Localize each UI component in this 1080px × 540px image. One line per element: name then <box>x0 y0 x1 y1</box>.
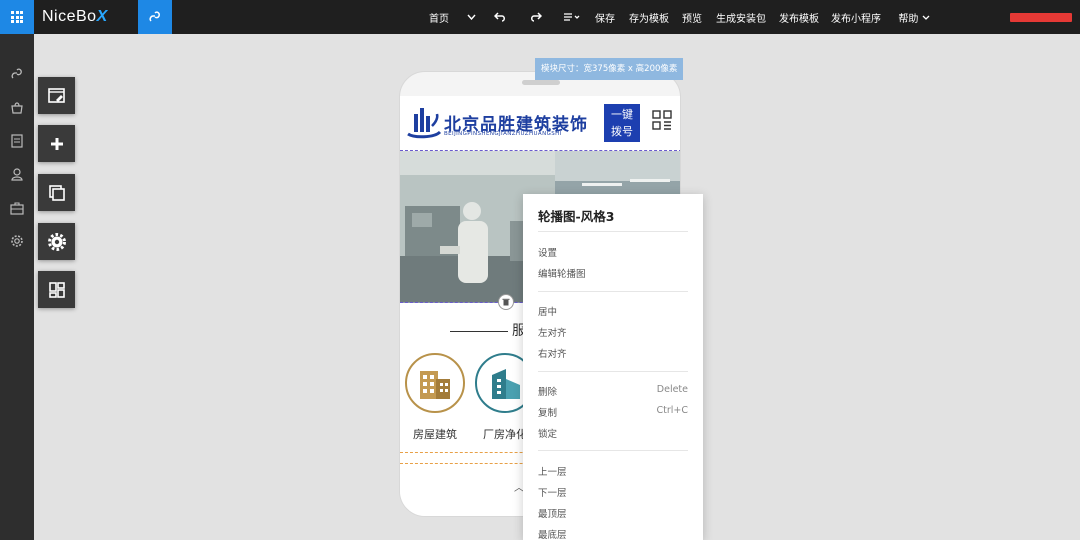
briefcase-icon[interactable] <box>9 200 25 216</box>
menu-item-send-to-back[interactable]: 最底层 <box>538 527 688 540</box>
apps-grid-icon <box>11 11 23 23</box>
context-menu: 轮播图-风格3 设置 编辑轮播图 居中 左对齐 右对齐 删除 Delete 复制 C… <box>523 194 703 540</box>
settings-gear-icon[interactable] <box>9 233 25 249</box>
menu-item-edit-carousel[interactable]: 编辑轮播图 <box>538 266 688 280</box>
edit-window-icon <box>47 87 65 103</box>
page-dropdown-button[interactable] <box>460 0 482 34</box>
brand-name-en: BEIJINGPINSHENGJIANZHUZHUANGSHI <box>444 131 562 137</box>
context-menu-title: 轮播图-风格3 <box>538 209 615 224</box>
menu-divider <box>538 371 688 372</box>
menu-item-settings[interactable]: 设置 <box>538 245 688 259</box>
publish-miniprogram-button[interactable]: 发布小程序 <box>822 0 890 34</box>
brand-logo: 北京品胜建筑装饰 BEIJINGPINSHENGJIANZHUZHUANGSHI <box>404 104 604 142</box>
gear-icon <box>47 232 66 251</box>
shopping-bag-icon[interactable] <box>9 99 25 115</box>
add-module-button[interactable] <box>38 125 75 162</box>
link-icon <box>149 11 160 22</box>
site-header[interactable]: 北京品胜建筑装饰 BEIJINGPINSHENGJIANZHUZHUANGSHI… <box>400 96 680 149</box>
align-dropdown-button[interactable] <box>554 0 590 34</box>
chevron-down-icon <box>466 14 476 20</box>
save-as-template-button[interactable]: 存为模板 <box>620 0 678 34</box>
document-icon[interactable] <box>9 133 25 149</box>
menu-item-align-right[interactable]: 右对齐 <box>538 346 688 360</box>
link-icon[interactable] <box>9 66 25 82</box>
menu-item-lock[interactable]: 锁定 <box>538 426 688 440</box>
menu-item-send-backward[interactable]: 下一层 <box>538 485 688 499</box>
menu-item-center[interactable]: 居中 <box>538 304 688 318</box>
undo-icon <box>494 12 505 22</box>
plus-icon <box>50 137 63 150</box>
edit-page-tool-button[interactable] <box>38 77 75 114</box>
nav-home[interactable]: 首页 <box>418 0 460 34</box>
menu-divider <box>538 231 688 232</box>
menu-item-copy[interactable]: 复制 Ctrl+C <box>538 405 688 419</box>
link-mode-button[interactable] <box>138 0 172 34</box>
chevron-down-icon <box>922 15 930 20</box>
align-icon <box>564 13 580 21</box>
building-logo-icon <box>407 108 442 139</box>
top-nav: 首页 保存 存为模板 预览 生成安装包 发布模板 发布小程序 帮助 <box>418 0 938 34</box>
menu-item-delete[interactable]: 删除 Delete <box>538 384 688 398</box>
undo-button[interactable] <box>482 0 518 34</box>
apps-menu-button[interactable] <box>0 0 34 34</box>
menu-divider <box>538 450 688 451</box>
service-label: 厂房净化 <box>483 428 527 441</box>
qr-code-icon[interactable] <box>652 110 672 130</box>
service-label: 房屋建筑 <box>413 428 457 441</box>
page-settings-button[interactable] <box>38 223 75 260</box>
publish-template-button[interactable]: 发布模板 <box>776 0 822 34</box>
help-menu[interactable]: 帮助 <box>890 0 938 34</box>
user-icon[interactable] <box>9 166 25 182</box>
build-package-button[interactable]: 生成安装包 <box>706 0 776 34</box>
menu-item-bring-to-front[interactable]: 最顶层 <box>538 506 688 520</box>
delete-handle-icon[interactable] <box>498 294 514 310</box>
section-title: 服 <box>450 320 526 340</box>
top-toolbar: NiceBoX 首页 保存 存为模板 预览 生成安装包 发布模板 发布小程序 帮… <box>0 0 1080 34</box>
one-click-call-button[interactable]: 一键 拨号 <box>604 104 640 142</box>
save-button[interactable]: 保存 <box>590 0 620 34</box>
house-building-icon[interactable] <box>405 353 465 413</box>
module-size-tooltip: 模块尺寸：宽375像素 x 高200像素 <box>535 58 684 80</box>
preview-button[interactable]: 预览 <box>678 0 706 34</box>
menu-item-align-left[interactable]: 左对齐 <box>538 325 688 339</box>
menu-divider <box>538 291 688 292</box>
copy-page-button[interactable] <box>38 174 75 211</box>
user-account-redacted[interactable] <box>1010 13 1072 22</box>
redo-icon <box>531 12 542 22</box>
app-logo: NiceBoX <box>42 8 108 25</box>
menu-item-bring-forward[interactable]: 上一层 <box>538 464 688 478</box>
layout-grid-button[interactable] <box>38 271 75 308</box>
redo-button[interactable] <box>518 0 554 34</box>
left-rail <box>0 34 34 540</box>
phone-speaker <box>522 80 560 85</box>
copy-icon <box>48 184 65 201</box>
layout-grid-icon <box>48 281 65 298</box>
